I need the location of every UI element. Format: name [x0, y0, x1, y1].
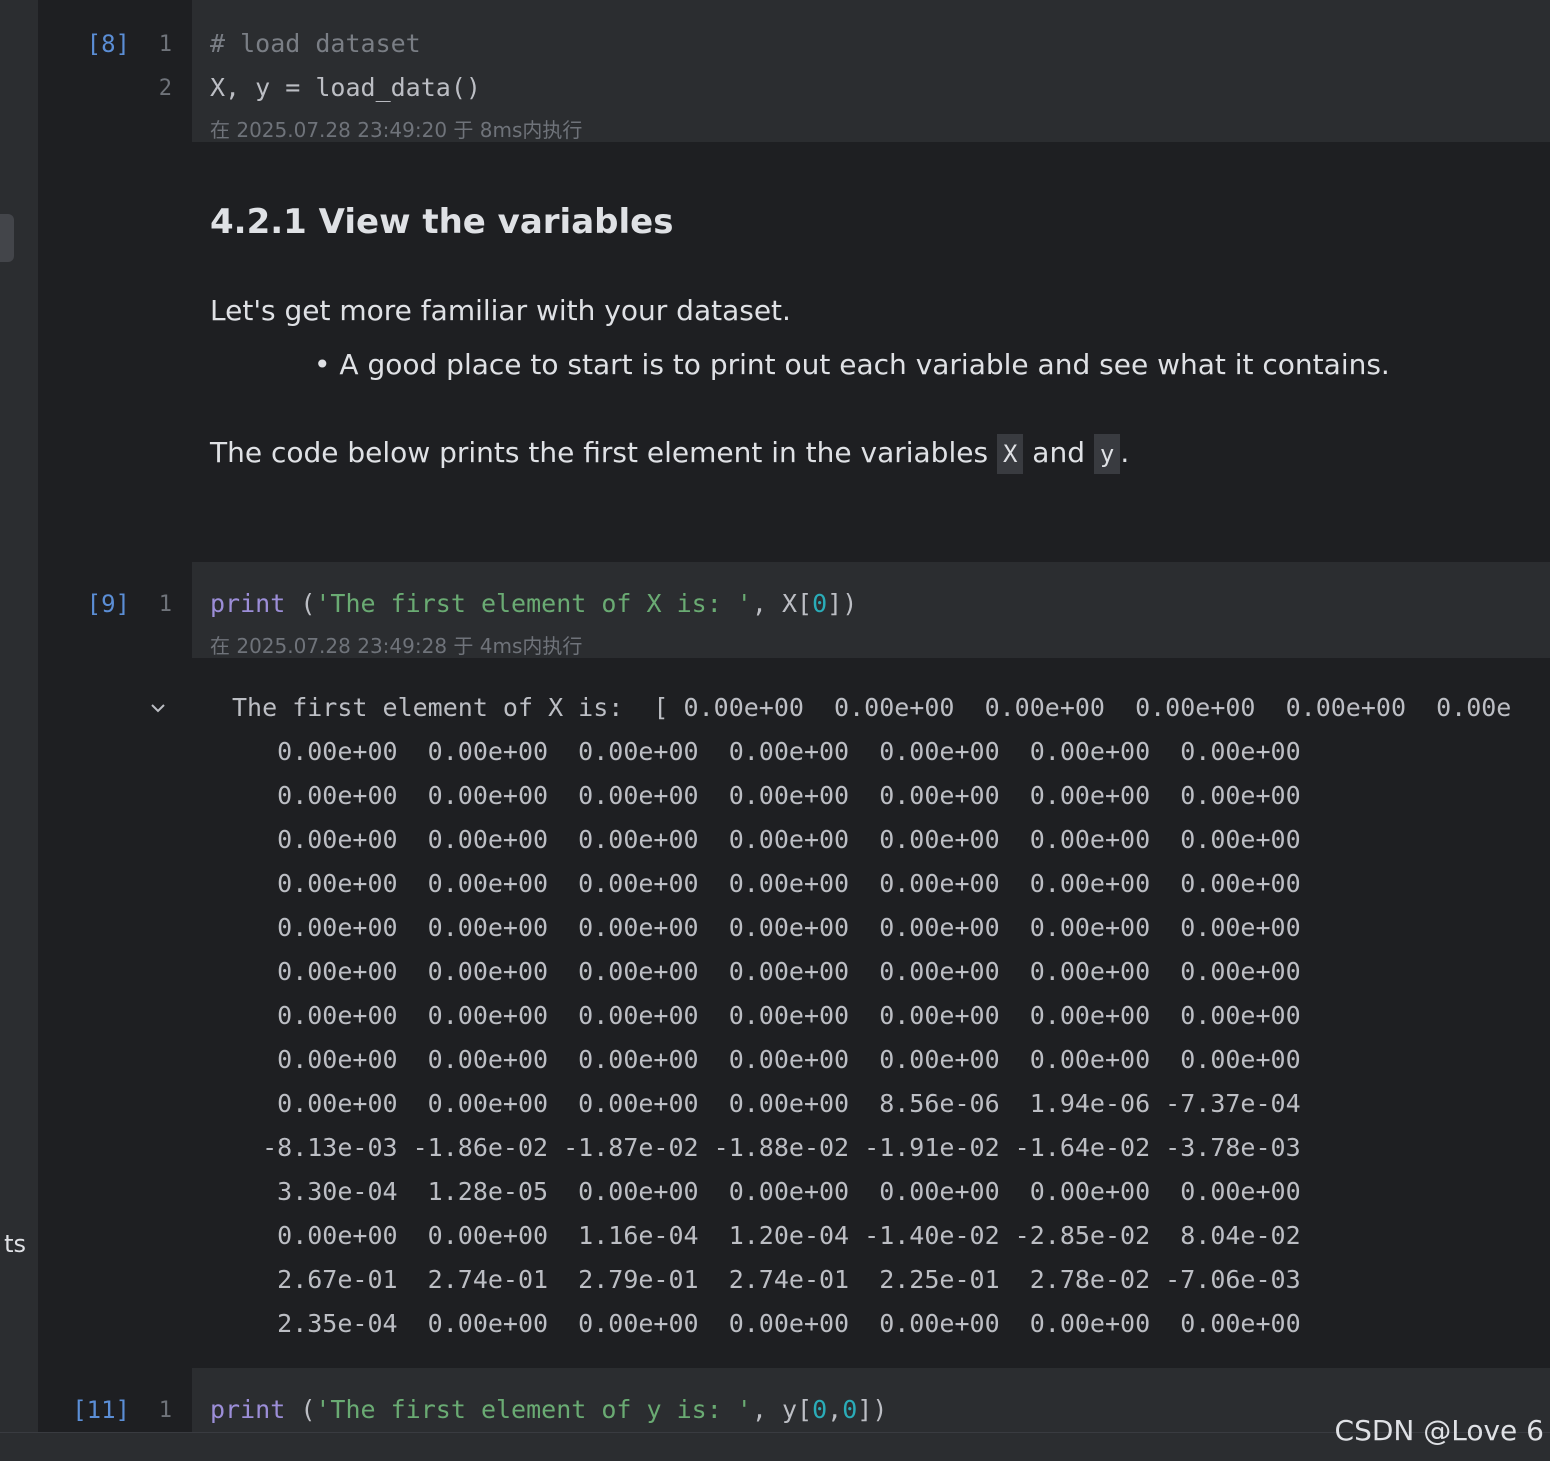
output-line: 3.30e-04 1.28e-05 0.00e+00 0.00e+00 0.00… — [232, 1177, 1301, 1206]
keyword-print: print — [210, 1395, 286, 1424]
line-number: 1 — [158, 1398, 172, 1423]
bullet-dot: • — [314, 348, 340, 381]
output-line: -8.13e-03 -1.86e-02 -1.87e-02 -1.88e-02 … — [232, 1133, 1301, 1162]
para2-text-before: The code below prints the first element … — [210, 436, 997, 469]
number-literal: 0 — [812, 589, 828, 618]
gutter-strip: ts — [0, 0, 38, 1432]
cell-8-exec-info: 在 2025.07.28 23:49:20 于 8ms内执行 — [210, 118, 583, 142]
code-fragment: ]) — [857, 1395, 888, 1424]
output-line: 0.00e+00 0.00e+00 0.00e+00 0.00e+00 0.00… — [232, 1001, 1301, 1030]
cell-9-prompt: [9] — [86, 590, 130, 618]
output-line: 2.35e-04 0.00e+00 0.00e+00 0.00e+00 0.00… — [232, 1309, 1301, 1338]
output-line: 2.67e-01 2.74e-01 2.79e-01 2.74e-01 2.25… — [232, 1265, 1301, 1294]
line-number: 1 — [158, 592, 172, 617]
sidebar-tab-handle[interactable] — [0, 214, 14, 262]
line-number: 2 — [158, 76, 172, 101]
markdown-bullet-item: • A good place to start is to print out … — [314, 348, 1390, 381]
output-line: 0.00e+00 0.00e+00 0.00e+00 0.00e+00 0.00… — [232, 1045, 1301, 1074]
code-line-print-y[interactable]: print ('The first element of y is: ', y[… — [210, 1395, 887, 1424]
code-fragment: , X[ — [751, 589, 813, 618]
code-fragment: ]) — [827, 589, 858, 618]
code-fragment: , — [827, 1395, 843, 1424]
keyword-print: print — [210, 589, 286, 618]
output-line: 0.00e+00 0.00e+00 1.16e-04 1.20e-04 -1.4… — [232, 1221, 1301, 1250]
string-literal: 'The first element of X is: ' — [315, 589, 752, 618]
bullet-text: A good place to start is to print out ea… — [339, 348, 1390, 381]
code-line-load-data[interactable]: X, y = load_data() — [210, 73, 481, 102]
para2-text-after: . — [1120, 436, 1130, 469]
markdown-heading: 4.2.1 View the variables — [210, 202, 674, 242]
output-line: 0.00e+00 0.00e+00 0.00e+00 0.00e+00 0.00… — [232, 913, 1301, 942]
string-literal: 'The first element of y is: ' — [315, 1395, 752, 1424]
sidebar-clipped-label: ts — [4, 1230, 26, 1258]
cell-11-prompt: [11] — [72, 1396, 130, 1424]
csdn-watermark: CSDN @Love 6 — [1334, 1414, 1544, 1447]
inline-code-y: y — [1093, 434, 1121, 474]
cell-8-prompt: [8] — [86, 30, 130, 58]
output-line: 0.00e+00 0.00e+00 0.00e+00 0.00e+00 0.00… — [232, 737, 1301, 766]
para2-text-mid: and — [1023, 436, 1094, 469]
number-literal: 0 — [842, 1395, 858, 1424]
code-fragment: , y[ — [751, 1395, 813, 1424]
collapse-output-chevron-icon[interactable] — [148, 698, 168, 718]
inline-code-x: X — [996, 434, 1024, 474]
cell-9-exec-info: 在 2025.07.28 23:49:28 于 4ms内执行 — [210, 634, 583, 658]
bottom-status-bar — [0, 1432, 1550, 1461]
output-line: 0.00e+00 0.00e+00 0.00e+00 0.00e+00 0.00… — [232, 825, 1301, 854]
code-line-print-x[interactable]: print ('The first element of X is: ', X[… — [210, 589, 857, 618]
notebook-editor: ts [8] 1 2 # load dataset X, y = load_da… — [0, 0, 1550, 1432]
output-line: 0.00e+00 0.00e+00 0.00e+00 0.00e+00 0.00… — [232, 869, 1301, 898]
number-literal: 0 — [812, 1395, 828, 1424]
markdown-paragraph-1: Let's get more familiar with your datase… — [210, 294, 791, 327]
output-line: 0.00e+00 0.00e+00 0.00e+00 0.00e+00 0.00… — [232, 781, 1301, 810]
markdown-paragraph-2: The code below prints the first element … — [210, 434, 1130, 474]
output-line: The first element of X is: [ 0.00e+00 0.… — [232, 693, 1512, 722]
output-line: 0.00e+00 0.00e+00 0.00e+00 0.00e+00 0.00… — [232, 957, 1301, 986]
cell-9-output: The first element of X is: [ 0.00e+00 0.… — [232, 686, 1511, 1346]
code-line-comment[interactable]: # load dataset — [210, 29, 421, 58]
line-number: 1 — [158, 32, 172, 57]
output-line: 0.00e+00 0.00e+00 0.00e+00 0.00e+00 8.56… — [232, 1089, 1301, 1118]
